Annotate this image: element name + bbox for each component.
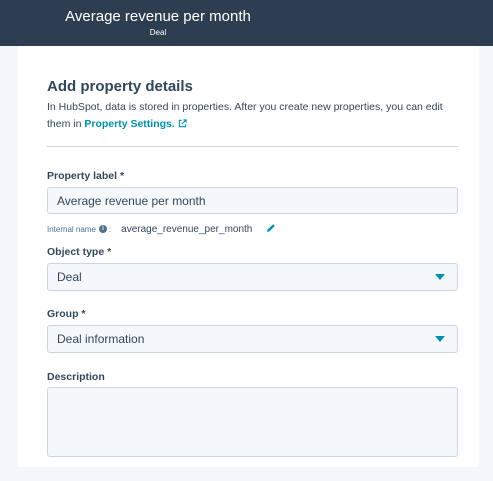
- external-link-icon[interactable]: [178, 117, 187, 134]
- left-gutter: [0, 46, 18, 481]
- internal-name-label: Internal name: [47, 224, 96, 234]
- property-label-value: Average revenue per month: [57, 193, 206, 208]
- section-title: Add property details: [47, 78, 193, 95]
- property-settings-link[interactable]: Property Settings.: [84, 118, 174, 130]
- description-textarea[interactable]: [47, 387, 458, 457]
- object-type-label: Object type *: [47, 246, 112, 258]
- internal-name-row: Internal name i: average_revenue_per_mon…: [47, 223, 276, 235]
- info-icon[interactable]: i: [98, 225, 107, 233]
- property-label-input[interactable]: Average revenue per month: [47, 187, 458, 214]
- intro-text: In HubSpot, data is stored in properties…: [47, 99, 467, 134]
- header-title: Average revenue per month: [65, 8, 251, 25]
- internal-name-value: average_revenue_per_month: [121, 223, 253, 235]
- object-type-select[interactable]: Deal: [47, 263, 458, 291]
- right-gutter: [479, 46, 493, 481]
- object-type-value: Deal: [57, 270, 82, 284]
- caret-down-icon: [435, 336, 445, 342]
- pencil-icon[interactable]: [266, 223, 276, 235]
- description-label: Description: [47, 371, 105, 383]
- property-label-label: Property label *: [47, 170, 125, 182]
- section-divider: [47, 146, 458, 147]
- group-select[interactable]: Deal information: [47, 325, 458, 353]
- panel-header: Average revenue per month Deal: [0, 0, 493, 46]
- caret-down-icon: [435, 274, 445, 280]
- group-label: Group *: [47, 308, 86, 320]
- group-value: Deal information: [57, 332, 145, 346]
- header-subtitle: Deal: [149, 28, 167, 37]
- bottom-gutter: [0, 467, 493, 481]
